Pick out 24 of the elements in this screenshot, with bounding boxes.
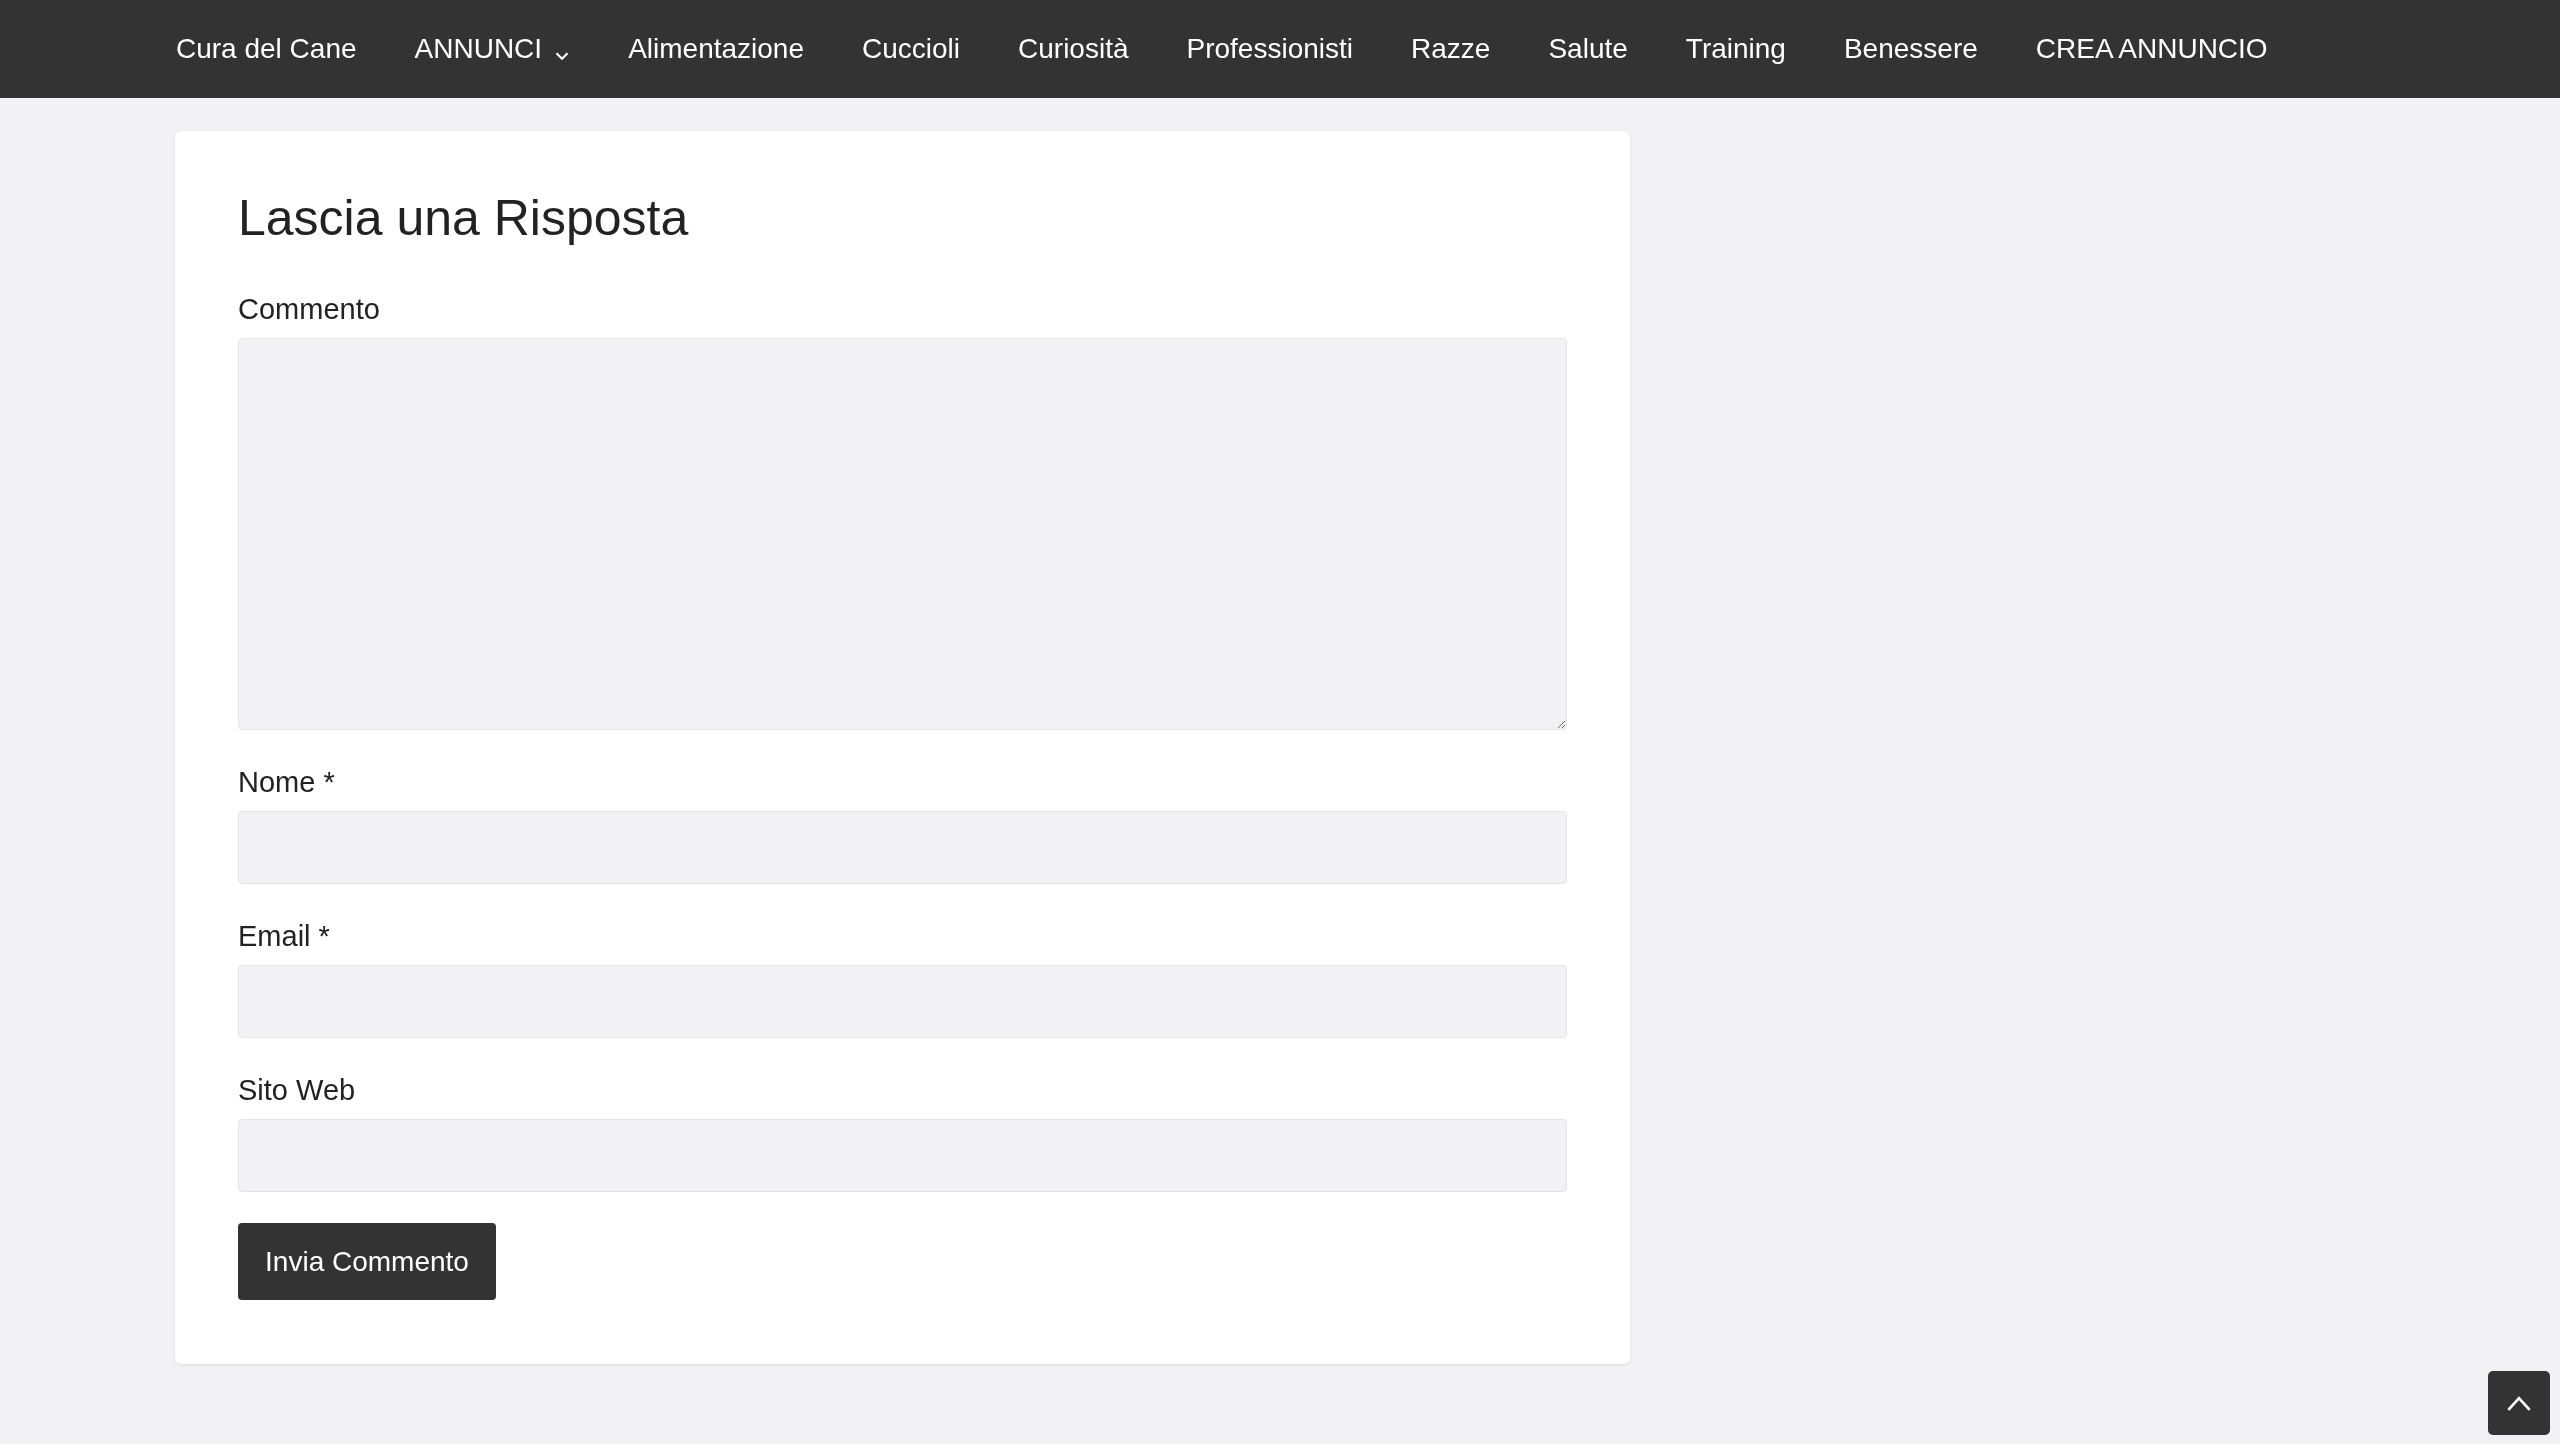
input-field[interactable]: [238, 1119, 1567, 1192]
submit-button[interactable]: Invia Commento: [238, 1223, 496, 1300]
field-label: Sito Web: [238, 1074, 357, 1107]
nav-link[interactable]: Professionisti: [1186, 33, 1354, 65]
nav-link[interactable]: Cuccioli: [862, 33, 961, 65]
nav-link[interactable]: Training: [1685, 33, 1786, 65]
field-label: Email *: [238, 920, 331, 953]
input-field[interactable]: [238, 811, 1567, 884]
nav-link[interactable]: CREA ANNUNCIO: [2035, 33, 2268, 65]
nav-link[interactable]: Curiosità: [1018, 33, 1129, 65]
nav-link[interactable]: Benessere: [1843, 33, 1978, 65]
comment-field[interactable]: [238, 338, 1567, 730]
form-title: Lascia una Risposta: [238, 189, 690, 247]
chevron-up-icon: [2506, 1394, 2532, 1412]
nav-link[interactable]: ANNUNCI: [414, 33, 571, 65]
nav-link[interactable]: Razze: [1411, 33, 1491, 65]
field-label: Commento: [238, 293, 381, 326]
caret-icon: [554, 50, 571, 62]
scroll-top-button[interactable]: [2488, 1371, 2550, 1435]
nav-link[interactable]: Salute: [1548, 33, 1628, 65]
field-label: Nome *: [238, 766, 336, 799]
input-field[interactable]: [238, 965, 1567, 1038]
nav-link[interactable]: Cura del Cane: [176, 33, 357, 65]
nav-link[interactable]: Alimentazione: [628, 33, 804, 65]
